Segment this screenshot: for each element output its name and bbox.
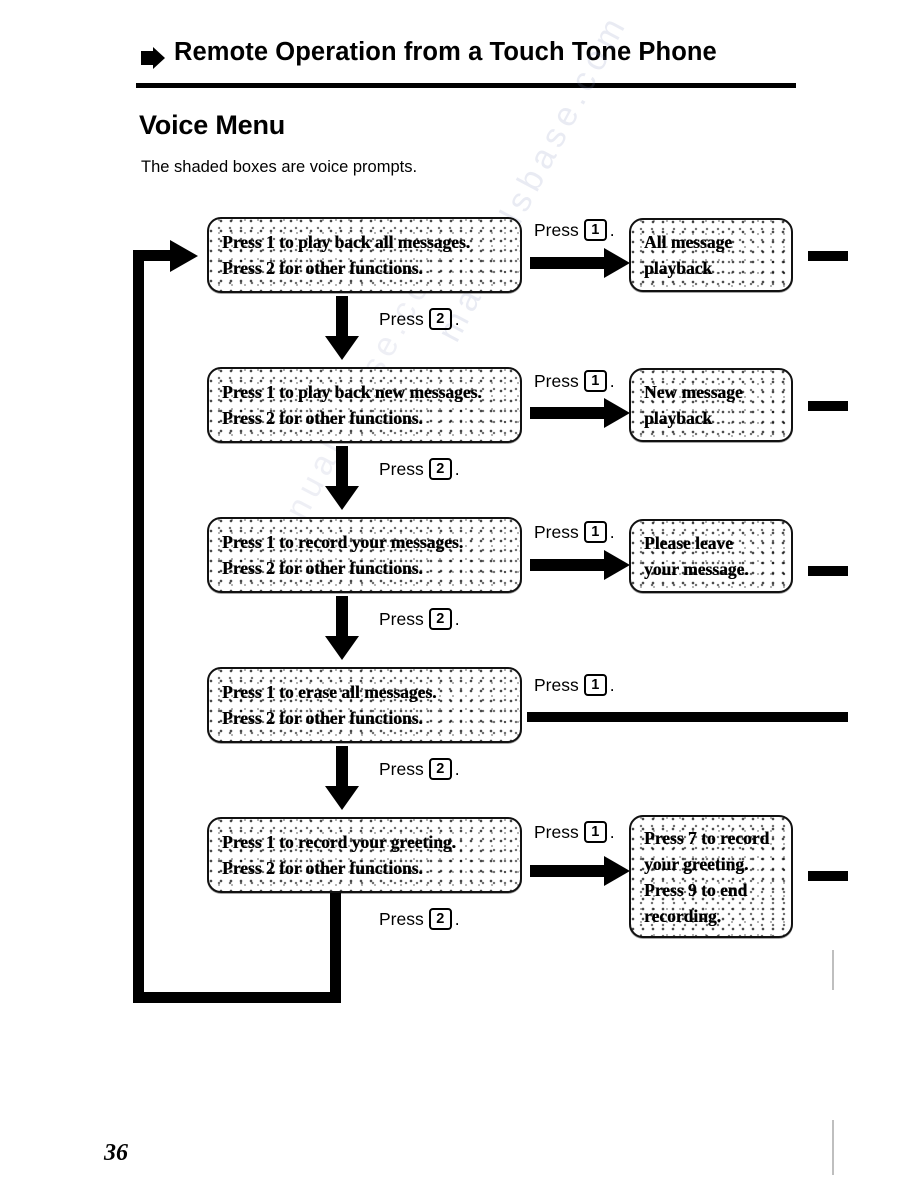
result-line-3: Press 9 to end — [644, 879, 748, 900]
prompt-line-2: Press 2 for other functions. — [222, 258, 423, 278]
press-label-step4-branch: Press 1 . — [534, 674, 615, 696]
voice-menu-flowchart: Press 1 to play back all messages. Press… — [0, 0, 918, 1188]
press-label-step2-next: Press 2 . — [379, 458, 460, 480]
prompt-line-2: Press 2 for other functions. — [222, 708, 423, 728]
arrow-right-step2 — [530, 398, 630, 428]
prompt-box-all-messages: Press 1 to play back all messages. Press… — [207, 217, 522, 293]
press-period: . — [454, 758, 460, 779]
press-period: . — [454, 308, 460, 329]
press-word: Press — [534, 370, 579, 391]
press-period: . — [454, 608, 460, 629]
edge-stub-step5 — [808, 871, 848, 881]
scan-margin-tick-lower — [832, 1120, 834, 1175]
result-line-1: New message — [644, 382, 743, 402]
press-period: . — [454, 908, 460, 929]
press-label-step5-next: Press 2 . — [379, 908, 460, 930]
prompt-line-1: Press 1 to record your greeting. — [222, 832, 456, 852]
return-loop-vertical-left — [133, 258, 144, 998]
prompt-box-record-message: Press 1 to record your messages. Press 2… — [207, 517, 522, 593]
keypad-key-1: 1 — [583, 821, 607, 843]
arrow-down-step4-to-step5 — [325, 746, 359, 810]
press-period: . — [454, 458, 460, 479]
press-label-step3-next: Press 2 . — [379, 608, 460, 630]
edge-stub-step1 — [808, 251, 848, 261]
arrow-down-step2-to-step3 — [325, 446, 359, 510]
prompt-line-2: Press 2 for other functions. — [222, 858, 423, 878]
press-word: Press — [379, 758, 424, 779]
arrow-right-step1 — [530, 248, 630, 278]
keypad-key-2: 2 — [428, 308, 452, 330]
result-line-2: your message. — [644, 559, 749, 579]
result-box-new-message-playback: New message playback — [629, 368, 793, 442]
result-line-2: playback — [644, 408, 713, 428]
prompt-line-2: Press 2 for other functions. — [222, 558, 423, 578]
keypad-key-2: 2 — [428, 458, 452, 480]
keypad-key-1: 1 — [583, 674, 607, 696]
press-word: Press — [379, 908, 424, 929]
press-period: . — [609, 821, 615, 842]
return-loop-bottom — [133, 992, 341, 1003]
prompt-line-1: Press 1 to record your messages. — [222, 532, 464, 552]
press-label-step1-next: Press 2 . — [379, 308, 460, 330]
result-line-1: Press 7 to record — [644, 827, 770, 848]
press-word: Press — [379, 458, 424, 479]
result-line-1: Please leave — [644, 533, 733, 553]
edge-stub-step3 — [808, 566, 848, 576]
return-loop-arrowhead-icon — [170, 240, 198, 272]
prompt-line-1: Press 1 to erase all messages. — [222, 682, 437, 702]
arrow-right-step3 — [530, 550, 630, 580]
keypad-key-1: 1 — [583, 521, 607, 543]
scan-margin-tick — [832, 950, 834, 990]
prompt-line-1: Press 1 to play back new messages. — [222, 382, 482, 402]
edge-stub-step2 — [808, 401, 848, 411]
prompt-box-new-messages: Press 1 to play back new messages. Press… — [207, 367, 522, 443]
press-word: Press — [534, 521, 579, 542]
keypad-key-2: 2 — [428, 608, 452, 630]
return-loop-vertical-right — [330, 893, 341, 1003]
press-word: Press — [534, 219, 579, 240]
connector-line-erase-branch — [527, 712, 848, 722]
result-box-please-leave-message: Please leave your message. — [629, 519, 793, 593]
prompt-line-2: Press 2 for other functions. — [222, 408, 423, 428]
result-line-2: your greeting. — [644, 853, 749, 874]
press-label-step5-branch: Press 1 . — [534, 821, 615, 843]
press-label-step2-branch: Press 1 . — [534, 370, 615, 392]
press-word: Press — [379, 308, 424, 329]
arrow-down-step3-to-step4 — [325, 596, 359, 660]
press-period: . — [609, 674, 615, 695]
arrow-down-step1-to-step2 — [325, 296, 359, 360]
prompt-box-record-greeting: Press 1 to record your greeting. Press 2… — [207, 817, 522, 893]
keypad-key-2: 2 — [428, 908, 452, 930]
keypad-key-1: 1 — [583, 219, 607, 241]
prompt-line-1: Press 1 to play back all messages. — [222, 232, 471, 252]
press-period: . — [609, 370, 615, 391]
press-period: . — [609, 219, 615, 240]
prompt-box-erase-all-messages: Press 1 to erase all messages. Press 2 f… — [207, 667, 522, 743]
result-box-record-greeting-instructions: Press 7 to record your greeting. Press 9… — [629, 815, 793, 938]
press-word: Press — [534, 821, 579, 842]
result-line-1: All message — [644, 232, 732, 252]
result-line-4: recording. — [644, 905, 721, 926]
press-label-step3-branch: Press 1 . — [534, 521, 615, 543]
press-word: Press — [534, 674, 579, 695]
press-label-step4-next: Press 2 . — [379, 758, 460, 780]
press-label-step1-branch: Press 1 . — [534, 219, 615, 241]
keypad-key-1: 1 — [583, 370, 607, 392]
press-period: . — [609, 521, 615, 542]
result-line-2: playback — [644, 258, 713, 278]
page-number: 36 — [104, 1140, 128, 1166]
result-box-all-message-playback: All message playback — [629, 218, 793, 292]
press-word: Press — [379, 608, 424, 629]
return-loop-top — [133, 250, 175, 261]
arrow-right-step5 — [530, 856, 630, 886]
keypad-key-2: 2 — [428, 758, 452, 780]
